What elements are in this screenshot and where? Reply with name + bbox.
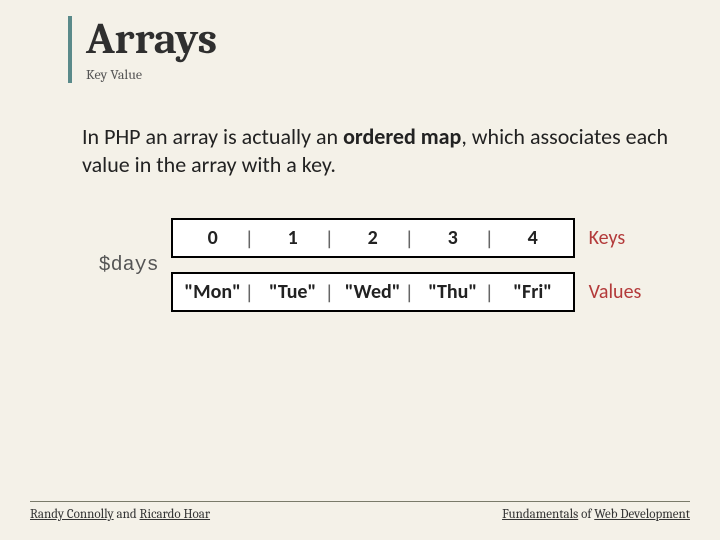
keys-row: 0 1 2 3 4 Keys <box>171 218 642 258</box>
values-cells: "Mon" "Tue" "Wed" "Thu" "Fri" <box>171 272 575 312</box>
key-cell: 3 <box>413 220 493 256</box>
author-2: Ricardo Hoar <box>140 507 211 522</box>
keys-label: Keys <box>589 226 626 250</box>
title-block: Arrays Key Value <box>68 16 692 83</box>
value-3: "Thu" <box>428 280 477 304</box>
keys-cells: 0 1 2 3 4 <box>171 218 575 258</box>
book-2: Web Development <box>594 507 690 522</box>
slide-subtitle: Key Value <box>86 66 692 83</box>
value-2: "Wed" <box>345 280 401 304</box>
author-join: and <box>114 507 140 522</box>
value-cell: "Wed" <box>333 274 413 310</box>
key-4: 4 <box>528 226 538 250</box>
value-0: "Mon" <box>184 280 241 304</box>
book-1: Fundamentals <box>502 507 578 522</box>
body-pre: In PHP an array is actually an <box>82 123 343 150</box>
author-1: Randy Connolly <box>30 507 114 522</box>
value-1: "Tue" <box>269 280 316 304</box>
value-cell: "Thu" <box>413 274 493 310</box>
footer-divider <box>30 501 690 502</box>
array-diagram: $days 0 1 2 3 4 Keys "Mon" "Tue" "Wed" "… <box>38 218 692 312</box>
slide: Arrays Key Value In PHP an array is actu… <box>0 0 720 540</box>
key-2: 2 <box>368 226 378 250</box>
book-join: of <box>578 507 594 522</box>
body-bold: ordered map <box>343 123 461 150</box>
key-1: 1 <box>288 226 298 250</box>
value-cell: "Tue" <box>253 274 333 310</box>
value-cell: "Fri" <box>493 274 573 310</box>
slide-title: Arrays <box>86 16 692 62</box>
value-4: "Fri" <box>513 280 552 304</box>
value-cell: "Mon" <box>173 274 253 310</box>
variable-name: $days <box>89 254 159 277</box>
values-label: Values <box>589 280 642 304</box>
diagram-rows: 0 1 2 3 4 Keys "Mon" "Tue" "Wed" "Thu" "… <box>171 218 642 312</box>
footer: Randy Connolly and Ricardo Hoar Fundamen… <box>0 507 720 522</box>
key-cell: 4 <box>493 220 573 256</box>
footer-book: Fundamentals of Web Development <box>502 507 690 522</box>
key-cell: 0 <box>173 220 253 256</box>
values-row: "Mon" "Tue" "Wed" "Thu" "Fri" Values <box>171 272 642 312</box>
footer-authors: Randy Connolly and Ricardo Hoar <box>30 507 210 522</box>
key-3: 3 <box>448 226 458 250</box>
body-text: In PHP an array is actually an ordered m… <box>82 123 682 178</box>
key-cell: 1 <box>253 220 333 256</box>
key-cell: 2 <box>333 220 413 256</box>
key-0: 0 <box>208 226 218 250</box>
